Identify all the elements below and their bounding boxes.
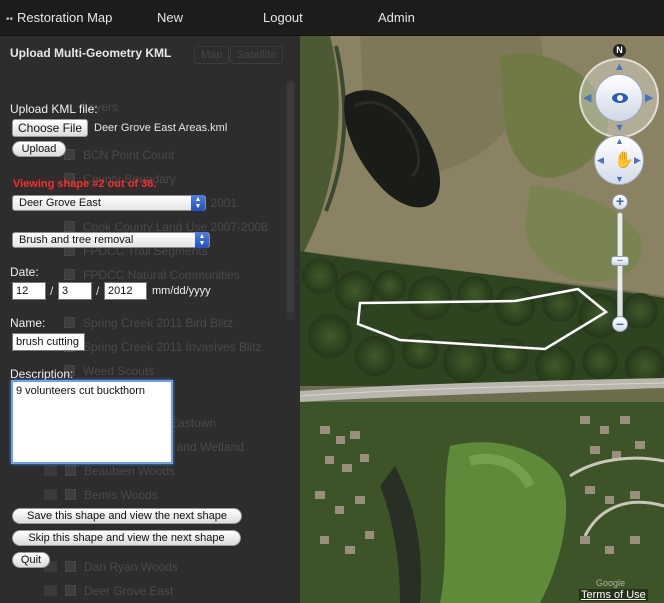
date-day-input[interactable] bbox=[58, 282, 92, 300]
viewing-status: Viewing shape #2 out of 36. bbox=[13, 178, 157, 190]
date-month-input[interactable] bbox=[12, 282, 46, 300]
ghost-layer-label: Dan Ryan Woods bbox=[84, 560, 178, 574]
zoom-slider-handle[interactable]: – bbox=[611, 256, 629, 266]
ghost-checkbox bbox=[44, 489, 57, 500]
ghost-layer: FPDCC Natural Communities bbox=[64, 268, 240, 282]
nav-admin-link[interactable]: Admin bbox=[378, 10, 415, 25]
save-and-next-button[interactable]: Save this shape and view the next shape bbox=[12, 508, 242, 524]
upload-panel: Map Satellite Layers BCN Point Count Cou… bbox=[0, 36, 300, 603]
ghost-layer: Spring Creek 2011 Invasives Blitz bbox=[64, 340, 262, 354]
drag-pan-control[interactable]: ✋ ▲ ▼ ◀ ▶ bbox=[594, 135, 644, 185]
map-attribution: Google bbox=[596, 578, 626, 588]
pan-left-icon[interactable]: ◀ bbox=[597, 155, 604, 166]
description-textarea[interactable]: 9 volunteers cut buckthorn bbox=[11, 380, 173, 464]
date-separator: / bbox=[50, 284, 54, 298]
selected-file-name: Deer Grove East Areas.kml bbox=[94, 122, 228, 134]
zoom-in-button[interactable]: + bbox=[612, 194, 628, 210]
date-year-input[interactable] bbox=[104, 282, 147, 300]
ghost-tab-map: Map bbox=[194, 46, 230, 64]
ghost-layer-label: BCN Point Count bbox=[83, 148, 175, 162]
activity-select-value: Brush and tree removal bbox=[19, 234, 134, 246]
ghost-layer: Bemis Woods bbox=[44, 488, 158, 502]
brand-label: Restoration Map bbox=[17, 10, 113, 25]
ghost-checkbox bbox=[44, 465, 57, 476]
zoom-slider-track[interactable] bbox=[617, 212, 623, 328]
ghost-checkbox bbox=[65, 561, 76, 572]
layer-list-scroll-thumb bbox=[287, 82, 294, 312]
activity-select[interactable]: Brush and tree removal ▲ ▼ bbox=[12, 232, 210, 248]
ghost-layer: Deer Grove East bbox=[44, 584, 173, 598]
satellite-map[interactable]: ▲ ▼ ◀ ▶ N ✋ ▲ ▼ ◀ ▶ + – – bbox=[300, 36, 664, 603]
nav-logout-link[interactable]: Logout bbox=[263, 10, 303, 25]
description-label: Description: bbox=[10, 367, 74, 381]
pan-right-icon[interactable]: ▶ bbox=[645, 91, 653, 104]
top-navigation-bar: •• Restoration Map New Logout Admin bbox=[0, 0, 664, 36]
ghost-layer-label: Weed Scouts bbox=[83, 364, 155, 378]
site-select-value: Deer Grove East bbox=[19, 197, 101, 209]
ghost-checkbox bbox=[65, 585, 76, 596]
ghost-checkbox bbox=[64, 221, 75, 232]
panel-title: Upload Multi-Geometry KML bbox=[10, 46, 172, 60]
nav-new-link[interactable]: New bbox=[157, 10, 183, 25]
ghost-layer-label: Beaubien Woods bbox=[84, 464, 176, 478]
ghost-tab-satellite: Satellite bbox=[230, 46, 284, 64]
ghost-layer-label: Spring Creek 2011 Invasives Blitz bbox=[83, 340, 262, 354]
pan-up-icon[interactable]: ▲ bbox=[614, 61, 625, 73]
zoom-out-button[interactable]: – bbox=[612, 316, 628, 332]
brand-link[interactable]: •• Restoration Map bbox=[6, 10, 112, 25]
date-format-hint: mm/dd/yyyy bbox=[152, 285, 211, 297]
pan-down-icon[interactable]: ▼ bbox=[615, 174, 624, 184]
pan-down-icon[interactable]: ▼ bbox=[614, 122, 625, 134]
name-label: Name: bbox=[10, 316, 46, 330]
north-indicator: N bbox=[613, 44, 626, 57]
choose-file-button[interactable]: Choose File bbox=[12, 119, 88, 137]
select-arrows-icon: ▲ ▼ bbox=[195, 232, 209, 248]
ghost-layer: Weed Scouts bbox=[64, 364, 154, 378]
terms-of-use-link[interactable]: Terms of Use bbox=[579, 589, 648, 601]
quit-button[interactable]: Quit bbox=[12, 552, 50, 568]
pan-left-icon[interactable]: ◀ bbox=[583, 91, 591, 104]
upload-kml-label: Upload KML file: bbox=[10, 102, 98, 116]
ghost-layer-label: Deer Grove East bbox=[84, 584, 174, 598]
skip-and-next-button[interactable]: Skip this shape and view the next shape bbox=[12, 530, 241, 546]
upload-button[interactable]: Upload bbox=[12, 141, 66, 157]
pan-up-icon[interactable]: ▲ bbox=[615, 136, 624, 146]
grip-dots-icon: •• bbox=[6, 14, 14, 25]
ghost-layer-label: Bemis Woods bbox=[84, 488, 158, 502]
ghost-checkbox bbox=[65, 465, 76, 476]
ghost-checkbox bbox=[64, 317, 75, 328]
select-arrows-icon: ▲ ▼ bbox=[191, 195, 205, 211]
ghost-layer: BCN Point Count bbox=[64, 148, 174, 162]
ghost-layer: Spring Creek 2011 Bird Blitz bbox=[64, 316, 233, 330]
pan-right-icon[interactable]: ▶ bbox=[634, 155, 641, 166]
ghost-layer: Beaubien Woods bbox=[44, 464, 175, 478]
ghost-layer-label: FPDCC Natural Communities bbox=[83, 268, 240, 282]
site-select[interactable]: Deer Grove East ▲ ▼ bbox=[12, 195, 206, 211]
date-separator: / bbox=[96, 284, 100, 298]
ghost-checkbox bbox=[44, 585, 57, 596]
hand-icon: ✋ bbox=[614, 152, 634, 169]
pan-control[interactable]: ▲ ▼ ◀ ▶ bbox=[579, 58, 659, 138]
ghost-layer: Dan Ryan Woods bbox=[44, 560, 178, 574]
ghost-checkbox bbox=[64, 269, 75, 280]
ghost-checkbox bbox=[65, 489, 76, 500]
name-input[interactable] bbox=[12, 333, 85, 351]
ghost-layer-label: Spring Creek 2011 Bird Blitz bbox=[83, 316, 233, 330]
date-label: Date: bbox=[10, 265, 39, 279]
street-view-eye-icon[interactable] bbox=[595, 74, 643, 122]
